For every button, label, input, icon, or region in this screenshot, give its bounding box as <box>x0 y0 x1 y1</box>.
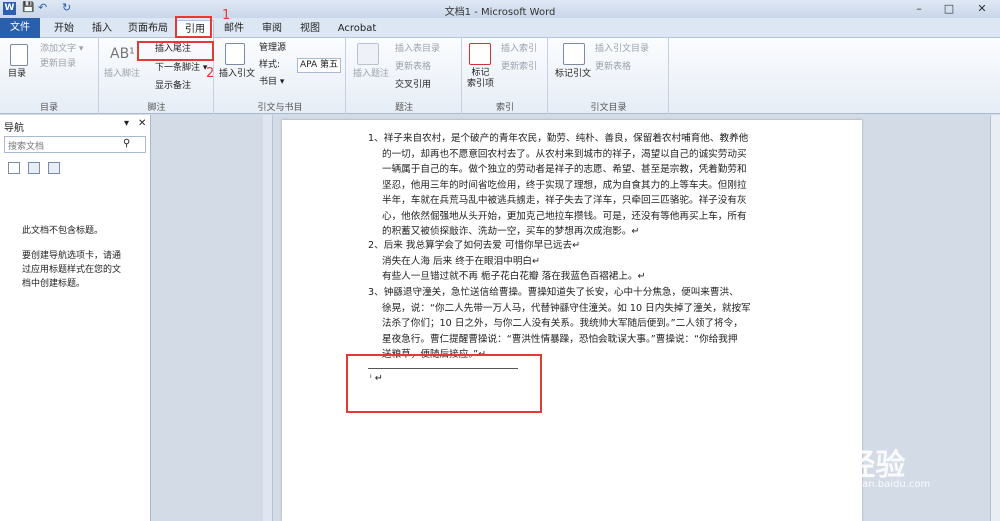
cross-reference-button[interactable]: 交叉引用 <box>395 80 431 91</box>
group-label: 题注 <box>394 103 413 113</box>
nav-empty-title: 此文档不包含标题。 <box>22 226 104 236</box>
highlight-references-tab <box>175 16 212 38</box>
update-toa-button[interactable]: 更新表格 <box>595 62 631 73</box>
update-table-button[interactable]: 更新表格 <box>395 62 431 73</box>
paragraph-2: 2、后来 我总算学会了如何去爱 可惜你早已远去↵ 消失在人海 后来 终于在眼泪中… <box>368 238 646 285</box>
minimize-button[interactable]: – <box>904 0 934 17</box>
mark-entry-button[interactable]: 标记 索引项 <box>467 68 494 90</box>
text-line: 星夜急行。曹仁提醒曹操说：“曹洪性情暴躁，恐怕会耽误大事。”曹操说：“你给我押 <box>382 333 738 345</box>
update-toc-button[interactable]: 更新目录 <box>40 59 76 70</box>
text-line: 徐晃，说：“你二人先带一万人马，代替钟繇守住潼关。如 10 日内失掉了潼关，就按… <box>382 302 751 314</box>
citation-icon <box>225 43 245 65</box>
text-line: 心，他依然倔强地从头开始，更加克己地拉车攒钱。可是，还没有等他再买上车，所有 <box>382 210 747 222</box>
nav-title: 导航 <box>4 123 24 134</box>
bibliography-button[interactable]: 书目 ▾ <box>259 77 284 88</box>
tab-file[interactable]: 文件 <box>0 18 40 38</box>
insert-index-button[interactable]: 插入索引 <box>501 44 537 55</box>
group-toc: 目录 添加文字 ▾ 更新目录 目录 <box>0 38 99 114</box>
annotation-step-2: 2 <box>206 66 215 81</box>
watermark-url: jingyan.baidu.com <box>838 479 931 490</box>
browse-headings-tab[interactable] <box>8 162 20 174</box>
maximize-button[interactable]: □ <box>934 0 964 17</box>
window-title: 文档1 - Microsoft Word <box>444 7 556 18</box>
style-select[interactable]: APA 第五 <box>297 58 342 73</box>
tab-home[interactable]: 开始 <box>45 20 83 38</box>
text-line: 消失在人海 后来 终于在眼泪中明白↵ <box>382 255 541 267</box>
group-toa: 标记引文 插入引文目录 更新表格 引文目录 <box>549 38 669 114</box>
tab-page-layout[interactable]: 页面布局 <box>122 20 174 38</box>
insert-table-of-figures-button[interactable]: 插入表目录 <box>395 44 440 55</box>
mark-entry-icon <box>469 43 491 65</box>
text-line: 半年，车就在兵荒马乱中被逃兵掳走，祥子失去了洋车，只牵回三匹骆驼。祥子没有灰 <box>382 195 747 206</box>
vertical-scrollbar[interactable] <box>990 115 1000 521</box>
annotation-step-1: 1 <box>222 8 231 23</box>
paragraph-3: 3、钟繇退守潼关，急忙送信给曹操。曹操知道失了长安，心中十分焦急，便叫来曹洪、 … <box>368 285 751 363</box>
show-notes-button[interactable]: 显示备注 <box>155 81 191 92</box>
search-icon[interactable]: ⚲ <box>123 138 130 149</box>
text-line: 法杀了你们；10 日之外，与你二人没有关系。我统帅大军随后便到。”二人领了将令， <box>382 318 743 329</box>
ribbon-tab-bar: 文件 开始 插入 页面布局 引用 邮件 审阅 视图 Acrobat <box>0 18 1000 39</box>
highlight-insert-endnote <box>137 41 214 61</box>
group-label: 引文目录 <box>590 103 627 113</box>
close-icon[interactable]: ✕ <box>138 118 146 129</box>
highlight-endnote-area <box>346 354 542 413</box>
group-captions: 插入题注 插入表目录 更新表格 交叉引用 题注 <box>347 38 462 114</box>
manage-sources-button[interactable]: 管理源 <box>259 43 286 54</box>
text-line: 的一切，却再也不愿意回农村去了。从农村来到城市的祥子，渴望以自己的诚实劳动买 <box>382 148 747 160</box>
update-index-button[interactable]: 更新索引 <box>501 62 537 73</box>
next-footnote-button[interactable]: 下一条脚注 ▾ <box>155 63 207 74</box>
browse-pages-tab[interactable] <box>28 162 40 174</box>
group-index: 标记 索引项 插入索引 更新索引 索引 <box>463 38 548 114</box>
paragraph-1: 1、祥子来自农村，是个破产的青年农民，勤劳、纯朴、善良，保留着农村哺育他、教养他… <box>368 131 748 240</box>
style-label: 样式: <box>259 60 281 70</box>
caption-icon <box>357 43 379 65</box>
group-citations: 插入引文 管理源 样式: APA 第五 书目 ▾ 引文与书目 <box>215 38 346 114</box>
group-label: 索引 <box>495 103 514 113</box>
text-line: 2、后来 我总算学会了如何去爱 可惜你早已远去↵ <box>368 240 581 251</box>
vertical-ruler <box>263 115 273 521</box>
insert-caption-button[interactable]: 插入题注 <box>353 69 389 80</box>
toc-icon <box>10 44 28 66</box>
group-label: 脚注 <box>147 103 166 113</box>
text-line: 一辆属于自己的车。做个独立的劳动者是祥子的志愿、希望、甚至是宗教，凭着勤劳和 <box>382 164 747 175</box>
text-line: 1、祥子来自农村，是个破产的青年农民，勤劳、纯朴、善良，保留着农村哺育他、教养他 <box>368 133 749 144</box>
nav-empty-help: 要创建导航选项卡，请通过应用标题样式在您的文档中创建标题。 <box>22 251 122 289</box>
search-input[interactable]: 搜索文档 ⚲ <box>4 136 146 153</box>
title-bar: W 💾 ↶ ↻ 文档1 - Microsoft Word – □ ✕ <box>0 0 1000 18</box>
insert-citation-button[interactable]: 插入引文 <box>219 69 255 80</box>
tab-acrobat[interactable]: Acrobat <box>332 20 382 38</box>
text-line: 有些人一旦错过就不再 栀子花白花瓣 落在我蓝色百褶裙上。↵ <box>382 271 646 282</box>
insert-footnote-button[interactable]: 插入脚注 <box>104 69 140 80</box>
add-text-button[interactable]: 添加文字 ▾ <box>40 44 83 55</box>
tab-insert[interactable]: 插入 <box>84 20 120 38</box>
insert-toa-button[interactable]: 插入引文目录 <box>595 44 649 55</box>
footnote-icon: AB¹ <box>110 46 135 62</box>
close-button[interactable]: ✕ <box>964 0 1000 17</box>
toc-button[interactable]: 目录 <box>8 69 26 80</box>
search-placeholder: 搜索文档 <box>8 142 45 152</box>
mark-citation-icon <box>563 43 585 65</box>
text-line: 3、钟繇退守潼关，急忙送信给曹操。曹操知道失了长安，心中十分焦急，便叫来曹洪、 <box>368 287 739 298</box>
tab-view[interactable]: 视图 <box>292 20 328 38</box>
browse-results-tab[interactable] <box>48 162 60 174</box>
watermark-brand: Baidu经验 <box>762 449 906 482</box>
group-label: 目录 <box>39 103 58 113</box>
text-line: 坚忍，他用三年的时间省吃俭用，终于实现了理想，成为自食其力的上等车夫。但刚拉 <box>382 179 747 191</box>
group-label: 引文与书目 <box>257 103 303 113</box>
mark-citation-button[interactable]: 标记引文 <box>555 69 591 80</box>
navigation-pane: 导航 ▾ ✕ 搜索文档 ⚲ 此文档不包含标题。 要创建导航选项卡，请通过应用标题… <box>0 115 151 521</box>
tab-review[interactable]: 审阅 <box>254 20 290 38</box>
nav-dropdown-icon[interactable]: ▾ <box>124 118 129 129</box>
